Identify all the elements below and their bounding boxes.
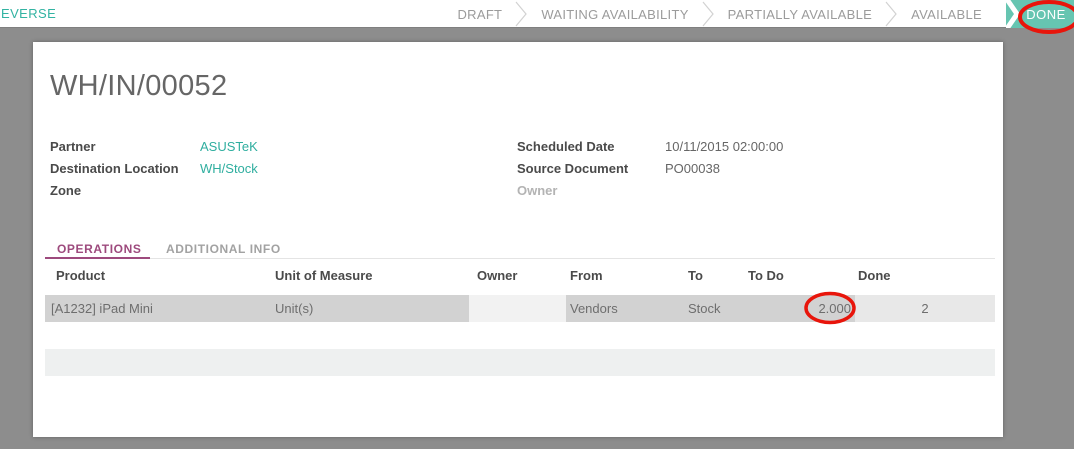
field-scheduled-date: Scheduled Date 10/11/2015 02:00:00 [517, 136, 987, 158]
chevron-right-icon [885, 1, 897, 27]
field-group-left: Partner ASUSTeK Destination Location Zon… [50, 136, 490, 202]
to-do-cell[interactable]: 2.000 [735, 295, 851, 322]
owner-cell[interactable] [469, 295, 566, 322]
destination-location-zone-label: Destination Location Zone [50, 161, 179, 198]
status-step-available[interactable]: AVAILABLE [911, 7, 982, 22]
scheduled-date-value: 10/11/2015 02:00:00 [665, 139, 784, 154]
column-header-done: Done [858, 268, 891, 283]
column-header-product: Product [56, 268, 106, 283]
status-step-done[interactable]: DONE [1006, 0, 1074, 28]
page-title: WH/IN/00052 [50, 70, 228, 102]
field-group-right: Scheduled Date 10/11/2015 02:00:00 Sourc… [517, 136, 987, 202]
partner-label: Partner [50, 139, 96, 154]
chevron-right-icon [702, 1, 714, 27]
destination-location-zone-value-link[interactable]: WH/Stock [200, 158, 258, 202]
done-cell[interactable]: 2 [855, 295, 995, 322]
column-header-owner: Owner [477, 268, 518, 283]
status-bar: DRAFT WAITING AVAILABILITY PARTIALLY AVA… [444, 0, 1074, 28]
column-header-unit-of-measure: Unit of Measure [275, 268, 373, 283]
status-step-partially-available[interactable]: PARTIALLY AVAILABLE [728, 7, 872, 22]
owner-label: Owner [517, 183, 558, 198]
field-owner: Owner [517, 180, 987, 202]
tab-divider [45, 258, 995, 259]
partner-value-link[interactable]: ASUSTeK [200, 136, 258, 158]
product-cell[interactable]: [A1232] iPad Mini [51, 295, 153, 322]
source-document-label: Source Document [517, 161, 629, 176]
column-header-from: From [570, 268, 603, 283]
field-source-document: Source Document PO00038 [517, 158, 987, 180]
tab-additional-info[interactable]: ADDITIONAL INFO [166, 242, 281, 256]
form-sheet: WH/IN/00052 Partner ASUSTeK Destination … [33, 42, 1003, 437]
active-tab-underline [45, 257, 150, 259]
empty-row[interactable] [45, 349, 995, 376]
from-cell[interactable]: Vendors [570, 295, 618, 322]
screen: EVERSE DRAFT WAITING AVAILABILITY PARTIA… [0, 0, 1074, 449]
table-row[interactable]: [A1232] iPad Mini Unit(s) Vendors Stock … [45, 295, 995, 322]
column-header-to: To [688, 268, 703, 283]
reverse-button[interactable]: EVERSE [1, 0, 56, 28]
status-step-done-label: DONE [1026, 6, 1066, 22]
chevron-right-icon [515, 1, 528, 27]
top-toolbar: EVERSE DRAFT WAITING AVAILABILITY PARTIA… [0, 0, 1074, 28]
status-step-draft[interactable]: DRAFT [457, 7, 502, 22]
to-cell[interactable]: Stock [688, 295, 721, 322]
column-header-to-do: To Do [748, 268, 784, 283]
scheduled-date-label: Scheduled Date [517, 139, 615, 154]
tab-operations[interactable]: OPERATIONS [57, 242, 141, 256]
source-document-value: PO00038 [665, 161, 720, 176]
field-destination-location-zone: Destination Location Zone WH/Stock [50, 158, 490, 202]
unit-of-measure-cell[interactable]: Unit(s) [275, 295, 313, 322]
chevron-notch-icon [1006, 0, 1019, 28]
field-partner: Partner ASUSTeK [50, 136, 490, 158]
status-step-waiting-availability[interactable]: WAITING AVAILABILITY [541, 7, 688, 22]
